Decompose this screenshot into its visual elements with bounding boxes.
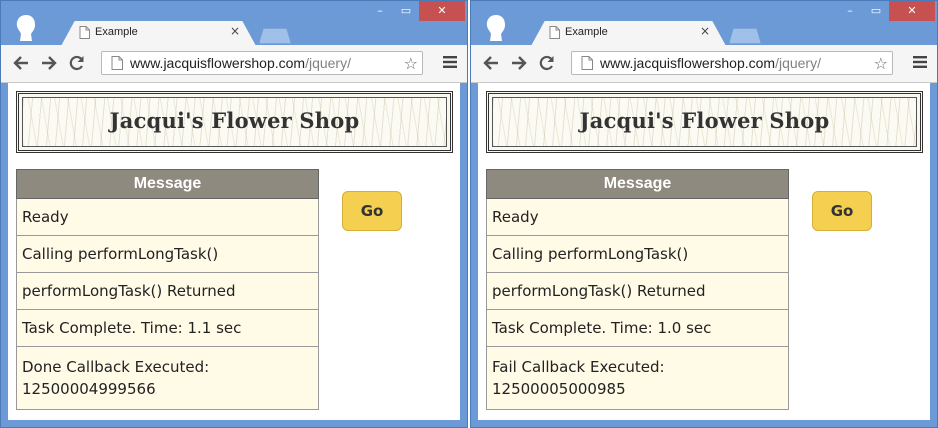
message-table: Message Ready Calling performLongTask() … (16, 169, 319, 410)
new-tab-button[interactable] (729, 28, 761, 44)
page-icon (111, 56, 123, 70)
tab-close-icon[interactable]: × (700, 24, 710, 38)
browser-window-right: Example × – ▭ ✕ www.jacquisflowershop.co… (470, 0, 938, 428)
table-header: Message (16, 169, 319, 199)
url-text: www.jacquisflowershop.com/jquery/ (600, 55, 821, 71)
page-icon (549, 26, 560, 39)
url-host: www.jacquisflowershop.com (130, 55, 306, 71)
close-window-button[interactable]: ✕ (419, 1, 465, 21)
page-content: Jacqui's Flower Shop Message Ready Calli… (8, 83, 460, 420)
reload-icon[interactable] (67, 53, 87, 73)
page-content: Jacqui's Flower Shop Message Ready Calli… (478, 83, 930, 420)
table-row: performLongTask() Returned (486, 272, 789, 310)
hamburger-menu-icon[interactable] (443, 55, 457, 69)
titlebar: Example × – ▭ ✕ (471, 1, 937, 46)
table-row: Ready (486, 198, 789, 236)
bookmark-star-icon[interactable]: ☆ (874, 54, 888, 73)
tab-example[interactable]: Example × (61, 21, 256, 46)
table-row: Calling performLongTask() (486, 235, 789, 273)
tab-title: Example (95, 26, 138, 38)
go-button[interactable]: Go (812, 191, 872, 231)
table-row: Task Complete. Time: 1.1 sec (16, 309, 319, 347)
table-row: Done Callback Executed: 12500004999566 (16, 346, 319, 410)
page-icon (581, 56, 593, 70)
url-path: /jquery/ (775, 55, 821, 71)
url-text: www.jacquisflowershop.com/jquery/ (130, 55, 351, 71)
page-title: Jacqui's Flower Shop (109, 108, 360, 133)
table-row: Task Complete. Time: 1.0 sec (486, 309, 789, 347)
back-arrow-icon[interactable] (11, 53, 31, 73)
page-icon (79, 26, 90, 39)
browser-window-left: Example × – ▭ ✕ www.jacquisflowershop.co… (0, 0, 468, 428)
forward-arrow-icon[interactable] (509, 53, 529, 73)
tab-title: Example (565, 26, 608, 38)
maximize-button[interactable]: ▭ (393, 1, 419, 21)
tab-example[interactable]: Example × (531, 21, 726, 46)
shop-banner: Jacqui's Flower Shop (16, 91, 453, 153)
shop-banner: Jacqui's Flower Shop (486, 91, 923, 153)
browser-toolbar: www.jacquisflowershop.com/jquery/ ☆ (471, 45, 937, 83)
table-row: Fail Callback Executed: 12500005000985 (486, 346, 789, 410)
page-title: Jacqui's Flower Shop (579, 108, 830, 133)
url-host: www.jacquisflowershop.com (600, 55, 776, 71)
forward-arrow-icon[interactable] (39, 53, 59, 73)
profile-icon[interactable] (13, 13, 39, 43)
url-path: /jquery/ (305, 55, 351, 71)
table-row: Calling performLongTask() (16, 235, 319, 273)
titlebar: Example × – ▭ ✕ (1, 1, 467, 46)
minimize-button[interactable]: – (837, 1, 863, 21)
back-arrow-icon[interactable] (481, 53, 501, 73)
bookmark-star-icon[interactable]: ☆ (404, 54, 418, 73)
minimize-button[interactable]: – (367, 1, 393, 21)
browser-toolbar: www.jacquisflowershop.com/jquery/ ☆ (1, 45, 467, 83)
hamburger-menu-icon[interactable] (913, 55, 927, 69)
address-bar[interactable]: www.jacquisflowershop.com/jquery/ ☆ (101, 51, 423, 75)
table-header: Message (486, 169, 789, 199)
address-bar[interactable]: www.jacquisflowershop.com/jquery/ ☆ (571, 51, 893, 75)
new-tab-button[interactable] (259, 28, 291, 44)
message-table: Message Ready Calling performLongTask() … (486, 169, 789, 410)
maximize-button[interactable]: ▭ (863, 1, 889, 21)
reload-icon[interactable] (537, 53, 557, 73)
tab-close-icon[interactable]: × (230, 24, 240, 38)
close-window-button[interactable]: ✕ (889, 1, 935, 21)
profile-icon[interactable] (483, 13, 509, 43)
go-button[interactable]: Go (342, 191, 402, 231)
table-row: performLongTask() Returned (16, 272, 319, 310)
table-row: Ready (16, 198, 319, 236)
